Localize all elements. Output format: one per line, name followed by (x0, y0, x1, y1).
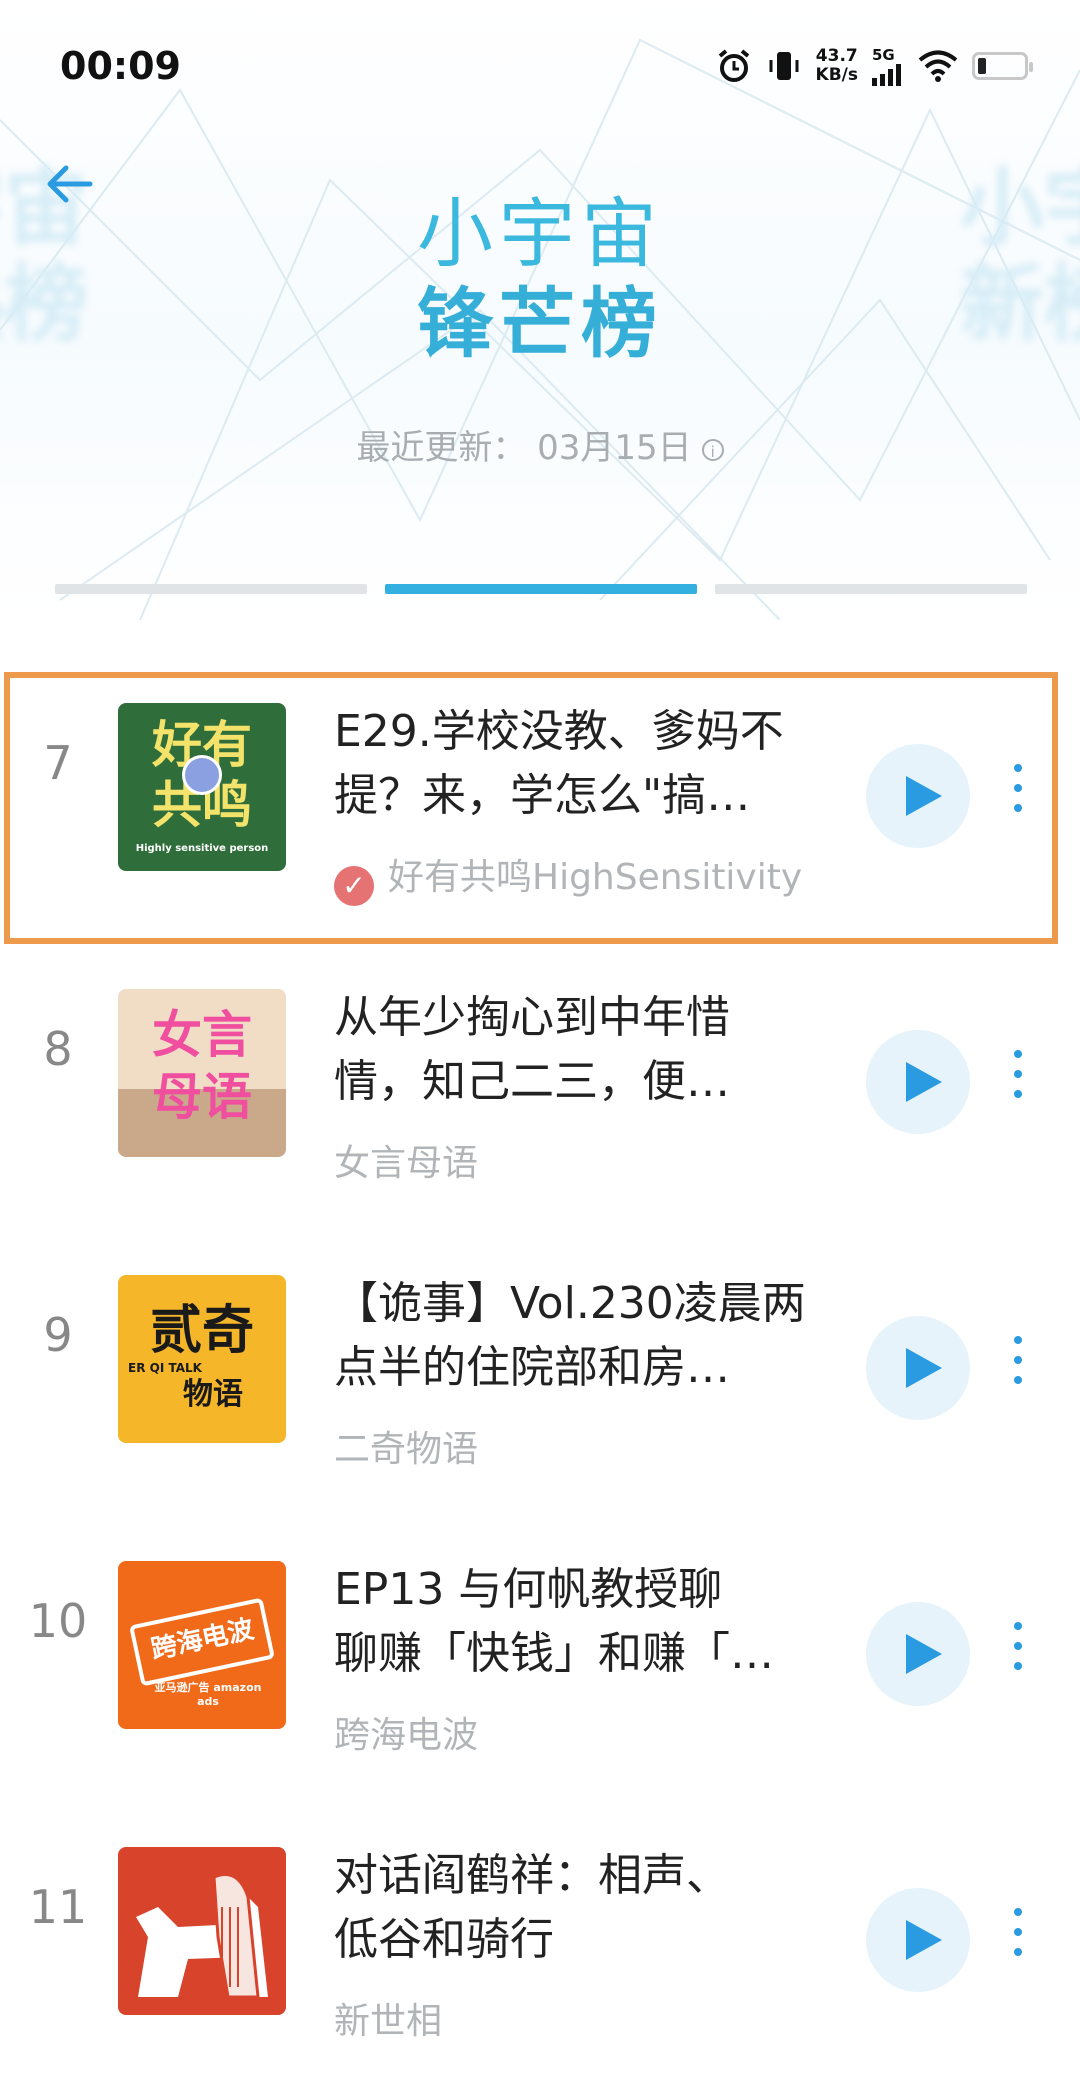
cover-text: 物语 (183, 1377, 243, 1412)
page-subtitle: 锋芒榜 (417, 279, 663, 368)
episode-title-line: 【诡事】Vol.230凌晨两 (334, 1278, 806, 1329)
update-date: 最近更新： 03月15日 i (0, 420, 1080, 469)
episode-row[interactable]: 10 跨海电波 亚马逊广告 amazon ads EP13 与何帆教授聊 聊赚「… (0, 1518, 1080, 1758)
vibrate-icon (769, 52, 799, 80)
cover-text: 贰奇 (149, 1301, 254, 1361)
network-type: 5G (872, 46, 895, 64)
rank-number: 8 (43, 1022, 73, 1076)
play-button[interactable] (866, 1316, 970, 1420)
status-icons: 43.7 KB/s 5G (716, 44, 1033, 88)
cover-text: 女言 (152, 1006, 252, 1064)
more-options-icon[interactable] (1010, 1336, 1026, 1400)
rank-number: 11 (28, 1880, 88, 1934)
alarm-icon (718, 49, 749, 82)
tab-indicator-2[interactable] (385, 584, 697, 594)
episode-title-line: 从年少掏心到中年惜 (334, 992, 730, 1043)
cover-text: 母语 (152, 1068, 252, 1126)
podcast-cover[interactable]: 贰奇 ER QI TALK 物语 (118, 1275, 286, 1443)
cell-signal: 5G (872, 46, 904, 86)
play-button[interactable] (866, 1888, 970, 1992)
cover-subtext: 亚马逊广告 amazon ads (154, 1681, 262, 1708)
episode-title-line: 点半的住院部和房… (334, 1342, 730, 1393)
episode-title-line: EP13 与何帆教授聊 (334, 1564, 723, 1615)
tab-indicator-1[interactable] (55, 584, 367, 594)
info-icon[interactable]: i (701, 438, 724, 461)
status-time: 00:09 (60, 44, 181, 88)
podcast-cover[interactable]: 女言 母语 (118, 989, 286, 1157)
signal-icon (872, 64, 901, 86)
wifi-icon (918, 50, 958, 82)
more-options-icon[interactable] (1010, 1050, 1026, 1114)
more-options-icon[interactable] (1010, 1908, 1026, 1972)
status-bar: 00:09 43.7 KB/s 5G (0, 0, 1080, 130)
rank-number: 10 (28, 1594, 88, 1648)
net-speed: 43.7 KB/s (816, 47, 858, 85)
podcast-author[interactable]: 新世相 (334, 1992, 854, 2044)
episode-title[interactable]: 【诡事】Vol.230凌晨两 点半的住院部和房… (334, 1272, 834, 1400)
episode-title-line: 情，知己二三，便… (334, 1056, 730, 1107)
episode-row[interactable]: 9 贰奇 ER QI TALK 物语 【诡事】Vol.230凌晨两 点半的住院部… (0, 1232, 1080, 1472)
tab-indicator-3[interactable] (715, 584, 1027, 594)
episode-title[interactable]: 从年少掏心到中年惜 情，知己二三，便… (334, 986, 834, 1114)
episode-title[interactable]: EP13 与何帆教授聊 聊赚「快钱」和赚「… (334, 1558, 834, 1686)
episode-title-line: 对话阎鹤祥：相声、 (334, 1850, 730, 1901)
more-options-icon[interactable] (1010, 1622, 1026, 1686)
header: 宇宙 热榜 小宇 新榜 00:09 43.7 KB/s 5G (0, 0, 1080, 620)
episode-row[interactable]: 11 对话阎鹤祥：相声、 低谷和骑行 新世相 (0, 1804, 1080, 2044)
selection-highlight (4, 672, 1058, 944)
cover-subtext: ER QI TALK (128, 1361, 202, 1375)
podcast-cover[interactable] (118, 1847, 286, 2015)
rank-number: 9 (43, 1308, 73, 1362)
update-text: 最近更新： 03月15日 (356, 428, 692, 468)
podcast-author[interactable]: 女言母语 (334, 1134, 854, 1186)
page-indicator (55, 584, 1027, 594)
battery-icon (972, 52, 1033, 80)
net-speed-unit: KB/s (815, 65, 858, 85)
podcast-author[interactable]: 跨海电波 (334, 1706, 854, 1758)
play-button[interactable] (866, 1602, 970, 1706)
episode-title-line: 聊赚「快钱」和赚「… (334, 1628, 774, 1679)
horse-rider-illustration (136, 1873, 268, 1999)
episode-row[interactable]: 8 女言 母语 从年少掏心到中年惜 情，知己二三，便… 女言母语 (0, 946, 1080, 1186)
podcast-cover[interactable]: 跨海电波 亚马逊广告 amazon ads (118, 1561, 286, 1729)
net-speed-value: 43.7 (815, 46, 858, 66)
podcast-author[interactable]: 二奇物语 (334, 1420, 854, 1472)
play-button[interactable] (866, 1030, 970, 1134)
episode-title-line: 低谷和骑行 (334, 1914, 554, 1965)
episode-title[interactable]: 对话阎鹤祥：相声、 低谷和骑行 (334, 1844, 834, 1972)
